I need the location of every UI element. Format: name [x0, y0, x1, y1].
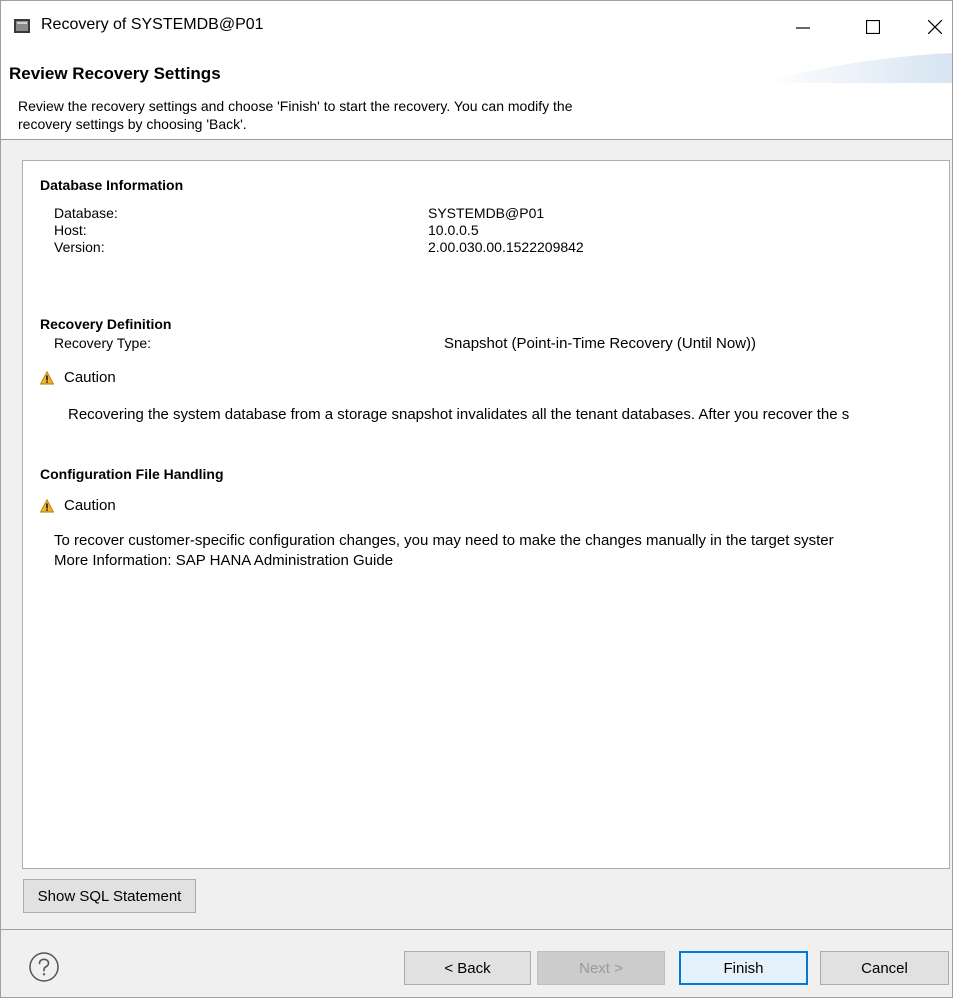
database-info-title: Database Information [40, 177, 184, 193]
finish-button[interactable]: Finish [679, 951, 808, 985]
host-label: Host: [54, 222, 87, 238]
description-line-1: Review the recovery settings and choose … [18, 98, 573, 114]
caution-label: Caution [64, 497, 116, 514]
description-line-2: recovery settings by choosing 'Back'. [18, 116, 247, 132]
recovery-type-value: Snapshot (Point-in-Time Recovery (Until … [444, 335, 757, 352]
minimize-button[interactable] [780, 1, 826, 53]
version-value: 2.00.030.00.1522209842 [428, 239, 584, 255]
config-text-line-2: More Information: SAP HANA Administratio… [54, 552, 394, 569]
config-text-line-1: To recover customer-specific configurati… [54, 532, 834, 549]
warning-icon [40, 370, 54, 384]
maximize-button[interactable] [850, 1, 896, 53]
next-button[interactable]: Next > [537, 951, 665, 985]
close-icon [928, 20, 942, 34]
title-bar: Recovery of SYSTEMDB@P01 [1, 1, 952, 53]
version-label: Version: [54, 239, 105, 255]
window-title: Recovery of SYSTEMDB@P01 [41, 16, 264, 33]
help-icon[interactable] [28, 951, 60, 983]
wizard-banner: Review Recovery Settings Review the reco… [1, 53, 952, 140]
recovery-type-label: Recovery Type: [54, 335, 152, 351]
config-caution: Caution [40, 497, 116, 514]
warning-icon [40, 498, 54, 512]
footer-divider [1, 929, 952, 930]
config-handling-title: Configuration File Handling [40, 466, 224, 482]
database-label: Database: [54, 205, 118, 221]
database-value: SYSTEMDB@P01 [428, 205, 545, 221]
page-title: Review Recovery Settings [9, 64, 221, 83]
settings-panel: Database Information Database: SYSTEMDB@… [22, 160, 950, 869]
close-button[interactable] [912, 1, 952, 53]
recovery-dialog: Recovery of SYSTEMDB@P01 Review Recovery… [0, 0, 953, 998]
minimize-icon [796, 27, 810, 29]
maximize-icon [866, 20, 880, 34]
page-description: Review the recovery settings and choose … [18, 97, 738, 133]
banner-decoration [761, 53, 952, 83]
host-value: 10.0.0.5 [428, 222, 479, 238]
back-button[interactable]: < Back [404, 951, 531, 985]
recovery-caution-text: Recovering the system database from a st… [68, 406, 850, 423]
app-icon [14, 19, 30, 33]
recovery-definition-title: Recovery Definition [40, 316, 172, 332]
show-sql-button[interactable]: Show SQL Statement [23, 879, 196, 913]
recovery-caution: Caution [40, 369, 116, 386]
caution-label: Caution [64, 369, 116, 386]
cancel-button[interactable]: Cancel [820, 951, 949, 985]
